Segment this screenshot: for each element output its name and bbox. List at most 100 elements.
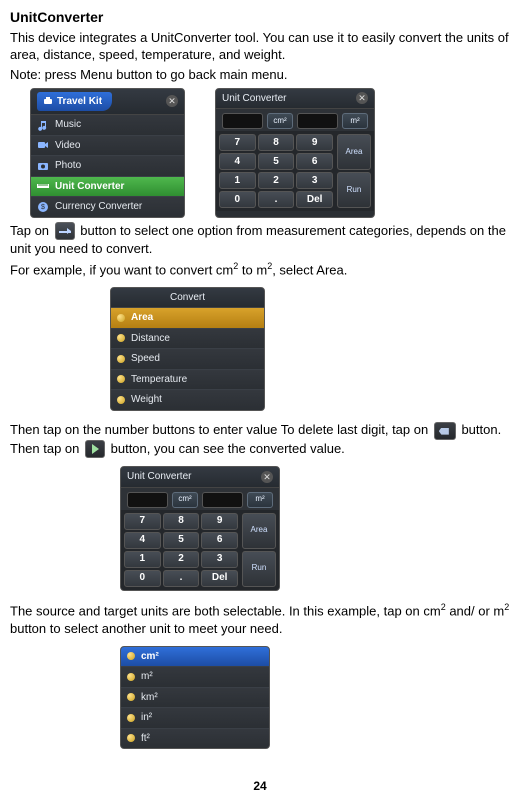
unit-source-button[interactable]: cm²: [267, 113, 293, 129]
travelkit-item-label: Music: [55, 118, 81, 132]
side-buttons: Area Run: [241, 510, 279, 590]
unit-item-label: cm²: [141, 650, 159, 664]
travel-kit-screenshot: Travel Kit ✕ Music Video Photo Unit Conv…: [30, 88, 185, 218]
travelkit-item-currency[interactable]: $ Currency Converter: [31, 196, 184, 217]
convert-item-weight[interactable]: Weight: [111, 389, 264, 410]
travelkit-item-music[interactable]: Music: [31, 115, 184, 135]
travel-kit-title: Travel Kit: [57, 95, 102, 109]
key-5[interactable]: 5: [258, 153, 295, 170]
keypad: 7 8 9 4 5 6 1 2 3 0 . Del: [121, 510, 241, 590]
unit-source-button[interactable]: cm²: [172, 492, 198, 508]
convert-item-area[interactable]: Area: [111, 308, 264, 328]
travelkit-item-unit-converter[interactable]: Unit Converter: [31, 176, 184, 197]
key-7[interactable]: 7: [124, 513, 161, 530]
video-icon: [37, 139, 49, 151]
travelkit-item-label: Currency Converter: [55, 200, 142, 214]
key-5[interactable]: 5: [163, 532, 200, 549]
unit-select-screenshot: cm² m² km² in² ft²: [120, 646, 270, 754]
key-dot[interactable]: .: [258, 191, 295, 208]
close-icon: ✕: [261, 471, 273, 483]
page-number: 24: [10, 778, 510, 794]
input-value-field[interactable]: [222, 113, 263, 129]
converter-title: Unit Converter: [127, 470, 191, 484]
key-0[interactable]: 0: [124, 570, 161, 587]
unit-select-text: The source and target units are both sel…: [10, 601, 510, 637]
svg-text:$: $: [41, 204, 45, 211]
unit-target-button[interactable]: m²: [247, 492, 273, 508]
output-value-field: [297, 113, 338, 129]
unit-target-button[interactable]: m²: [342, 113, 368, 129]
travelkit-item-label: Photo: [55, 159, 81, 173]
key-8[interactable]: 8: [163, 513, 200, 530]
travelkit-item-label: Unit Converter: [55, 180, 124, 194]
convert-item-speed[interactable]: Speed: [111, 348, 264, 369]
screenshot-row-1: Travel Kit ✕ Music Video Photo Unit Conv…: [30, 88, 510, 218]
convert-item-label: Distance: [131, 332, 170, 346]
key-4[interactable]: 4: [219, 153, 256, 170]
convert-item-label: Speed: [131, 352, 160, 366]
tap-category-text: Tap on button to select one option from …: [10, 222, 510, 258]
key-8[interactable]: 8: [258, 134, 295, 151]
suitcase-icon: [43, 96, 53, 106]
converter-titlebar: Unit Converter ✕: [216, 89, 374, 110]
run-convert-button[interactable]: Run: [337, 172, 371, 208]
key-1[interactable]: 1: [219, 172, 256, 189]
unit-item-label: in²: [141, 711, 152, 725]
converter-body: 7 8 9 4 5 6 1 2 3 0 . Del Area Run: [216, 131, 374, 211]
key-2[interactable]: 2: [258, 172, 295, 189]
photo-icon: [37, 160, 49, 172]
key-6[interactable]: 6: [201, 532, 238, 549]
unit-item-m2[interactable]: m²: [121, 666, 269, 687]
text-fragment: button to select another unit to meet yo…: [10, 621, 282, 636]
bullet-icon: [117, 314, 125, 322]
key-9[interactable]: 9: [201, 513, 238, 530]
area-category-button[interactable]: Area: [337, 134, 371, 170]
unit-item-ft2[interactable]: ft²: [121, 728, 269, 749]
unit-item-in2[interactable]: in²: [121, 707, 269, 728]
side-buttons: Area Run: [336, 131, 374, 211]
bullet-icon: [117, 355, 125, 363]
key-del[interactable]: Del: [296, 191, 333, 208]
close-icon: ✕: [356, 92, 368, 104]
unit-item-cm2[interactable]: cm²: [121, 647, 269, 667]
key-3[interactable]: 3: [201, 551, 238, 568]
convert-menu-screenshot: Convert Area Distance Speed Temperature …: [110, 287, 265, 416]
close-icon: ✕: [166, 95, 178, 107]
input-value-field[interactable]: [127, 492, 168, 508]
bullet-icon: [127, 652, 135, 660]
output-value-field: [202, 492, 243, 508]
keypad-instruction-text: Then tap on the number buttons to enter …: [10, 421, 510, 458]
unit-converter-screenshot-1: Unit Converter ✕ cm² m² 7 8 9 4 5 6 1 2 …: [215, 88, 375, 218]
key-2[interactable]: 2: [163, 551, 200, 568]
key-7[interactable]: 7: [219, 134, 256, 151]
unit-item-label: km²: [141, 691, 158, 705]
travelkit-item-video[interactable]: Video: [31, 135, 184, 156]
ruler-icon: [37, 180, 49, 192]
converter-titlebar: Unit Converter ✕: [121, 467, 279, 488]
key-3[interactable]: 3: [296, 172, 333, 189]
unit-converter-screenshot-2: Unit Converter ✕ cm² m² 7 8 9 4 5 6 1 2 …: [120, 466, 280, 595]
keypad: 7 8 9 4 5 6 1 2 3 0 . Del: [216, 131, 336, 211]
backspace-icon: [434, 422, 456, 440]
page-title: UnitConverter: [10, 8, 510, 27]
key-4[interactable]: 4: [124, 532, 161, 549]
key-9[interactable]: 9: [296, 134, 333, 151]
key-6[interactable]: 6: [296, 153, 333, 170]
travel-kit-titlebar: Travel Kit ✕: [31, 89, 184, 116]
key-dot[interactable]: .: [163, 570, 200, 587]
key-del[interactable]: Del: [201, 570, 238, 587]
currency-icon: $: [37, 201, 49, 213]
converter-body: 7 8 9 4 5 6 1 2 3 0 . Del Area Run: [121, 510, 279, 590]
unit-item-km2[interactable]: km²: [121, 687, 269, 708]
convert-item-temperature[interactable]: Temperature: [111, 369, 264, 390]
key-0[interactable]: 0: [219, 191, 256, 208]
text-fragment: The source and target units are both sel…: [10, 604, 441, 619]
unit-item-label: ft²: [141, 732, 150, 746]
area-category-button[interactable]: Area: [242, 513, 276, 549]
convert-item-distance[interactable]: Distance: [111, 328, 264, 349]
key-1[interactable]: 1: [124, 551, 161, 568]
travelkit-item-photo[interactable]: Photo: [31, 155, 184, 176]
run-convert-button[interactable]: Run: [242, 551, 276, 587]
convert-item-label: Weight: [131, 393, 162, 407]
text-fragment: button to select one option from measure…: [10, 223, 506, 257]
